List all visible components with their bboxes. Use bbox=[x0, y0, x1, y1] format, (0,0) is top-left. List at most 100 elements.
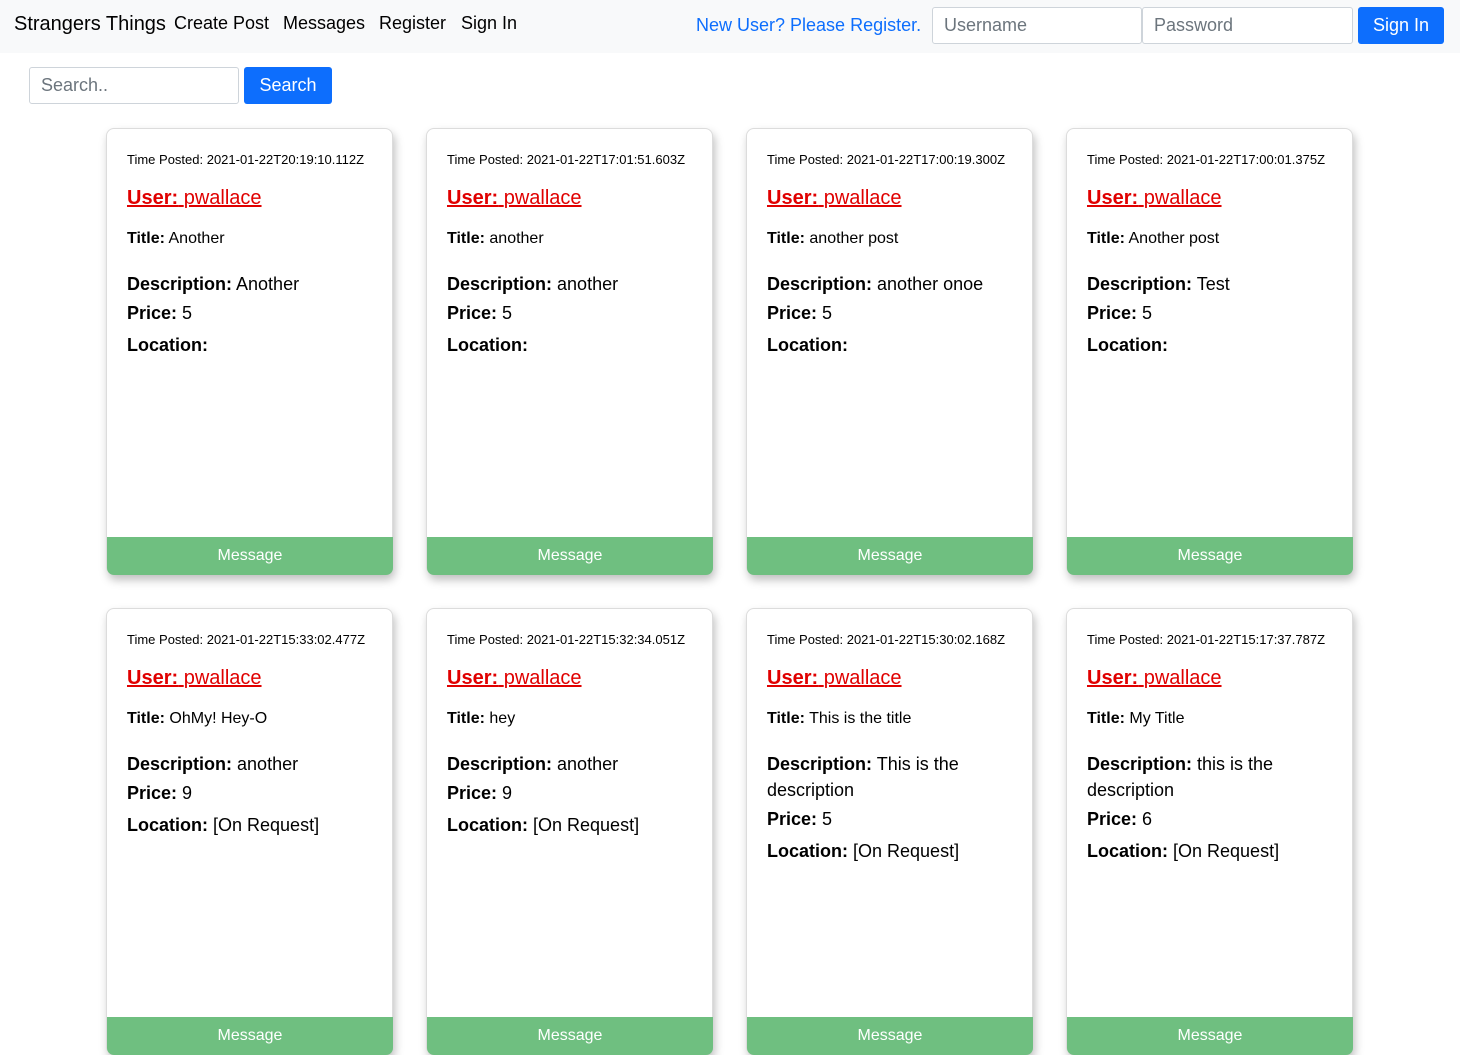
post-price: Price: 5 bbox=[767, 303, 1022, 323]
message-button[interactable]: Message bbox=[427, 1017, 713, 1055]
post-description: Description: Test bbox=[1087, 271, 1342, 297]
location-label: Location: bbox=[767, 841, 848, 861]
post-user-link[interactable]: User: pwallace bbox=[1087, 667, 1222, 690]
time-value: 2021-01-22T17:01:51.603Z bbox=[526, 152, 686, 167]
title-value: My Title bbox=[1129, 710, 1185, 727]
post-time: Time Posted: 2021-01-22T17:00:01.375Z bbox=[1087, 152, 1342, 167]
title-value: This is the title bbox=[809, 710, 912, 727]
time-label: Time Posted: bbox=[767, 632, 847, 647]
location-value: [On Request] bbox=[213, 815, 320, 835]
location-label: Location: bbox=[447, 815, 528, 835]
post-location: Location: [On Request] bbox=[1087, 841, 1342, 861]
description-value: another bbox=[557, 274, 619, 294]
post-description: Description: Another bbox=[127, 271, 382, 297]
time-value: 2021-01-22T15:30:02.168Z bbox=[846, 632, 1006, 647]
price-value: 5 bbox=[822, 303, 833, 323]
nav-register[interactable]: Register bbox=[379, 13, 446, 34]
sign-in-button[interactable]: Sign In bbox=[1358, 7, 1444, 44]
price-value: 5 bbox=[182, 303, 193, 323]
post-user-link[interactable]: User: pwallace bbox=[447, 187, 582, 210]
time-value: 2021-01-22T15:32:34.051Z bbox=[526, 632, 686, 647]
post-card-body: Time Posted: 2021-01-22T17:00:19.300Z Us… bbox=[767, 152, 1022, 355]
post-price: Price: 5 bbox=[767, 809, 1022, 829]
message-button[interactable]: Message bbox=[1067, 537, 1353, 575]
title-value: hey bbox=[489, 710, 516, 727]
message-button[interactable]: Message bbox=[107, 1017, 393, 1055]
price-label: Price: bbox=[447, 303, 498, 323]
nav-messages[interactable]: Messages bbox=[283, 13, 365, 34]
price-value: 6 bbox=[1142, 809, 1153, 829]
post-card: Time Posted: 2021-01-22T17:00:01.375Z Us… bbox=[1066, 128, 1353, 575]
user-label: User: bbox=[127, 667, 179, 689]
post-price: Price: 9 bbox=[127, 783, 382, 803]
description-label: Description: bbox=[127, 754, 233, 774]
nav-sign-in[interactable]: Sign In bbox=[461, 13, 517, 34]
nav-create-post[interactable]: Create Post bbox=[174, 13, 269, 34]
time-value: 2021-01-22T17:00:01.375Z bbox=[1166, 152, 1326, 167]
post-time: Time Posted: 2021-01-22T15:33:02.477Z bbox=[127, 632, 382, 647]
message-button[interactable]: Message bbox=[427, 537, 713, 575]
username-input[interactable] bbox=[932, 7, 1142, 44]
message-button[interactable]: Message bbox=[1067, 1017, 1353, 1055]
title-value: Another bbox=[168, 230, 225, 247]
post-title: Title: another bbox=[447, 229, 702, 249]
post-title: Title: Another post bbox=[1087, 229, 1342, 249]
user-name: pwallace bbox=[823, 667, 902, 689]
post-user-link[interactable]: User: pwallace bbox=[127, 667, 262, 690]
user-label: User: bbox=[1087, 187, 1139, 209]
message-button[interactable]: Message bbox=[747, 537, 1033, 575]
price-label: Price: bbox=[1087, 303, 1138, 323]
post-location: Location: bbox=[1087, 335, 1342, 355]
time-label: Time Posted: bbox=[767, 152, 847, 167]
time-value: 2021-01-22T15:33:02.477Z bbox=[206, 632, 366, 647]
user-name: pwallace bbox=[183, 667, 262, 689]
brand-logo[interactable]: Strangers Things bbox=[14, 13, 166, 36]
post-price: Price: 6 bbox=[1087, 809, 1342, 829]
title-label: Title: bbox=[1087, 230, 1125, 247]
location-value: [On Request] bbox=[533, 815, 640, 835]
title-label: Title: bbox=[127, 710, 165, 727]
title-label: Title: bbox=[447, 230, 485, 247]
user-name: pwallace bbox=[1143, 187, 1222, 209]
search-input[interactable] bbox=[29, 67, 239, 104]
time-value: 2021-01-22T17:00:19.300Z bbox=[846, 152, 1006, 167]
post-user-link[interactable]: User: pwallace bbox=[767, 187, 902, 210]
user-label: User: bbox=[1087, 667, 1139, 689]
post-description: Description: another onoe bbox=[767, 271, 1022, 297]
post-user-link[interactable]: User: pwallace bbox=[127, 187, 262, 210]
message-button[interactable]: Message bbox=[747, 1017, 1033, 1055]
title-value: another bbox=[489, 230, 544, 247]
price-label: Price: bbox=[127, 303, 178, 323]
location-label: Location: bbox=[1087, 841, 1168, 861]
post-location: Location: [On Request] bbox=[447, 815, 702, 835]
post-location: Location: [On Request] bbox=[767, 841, 1022, 861]
post-title: Title: My Title bbox=[1087, 709, 1342, 729]
post-user-link[interactable]: User: pwallace bbox=[767, 667, 902, 690]
post-card-body: Time Posted: 2021-01-22T15:32:34.051Z Us… bbox=[447, 632, 702, 835]
title-value: OhMy! Hey-O bbox=[169, 710, 268, 727]
register-prompt-link[interactable]: New User? Please Register. bbox=[696, 15, 921, 36]
location-label: Location: bbox=[1087, 335, 1168, 355]
time-value: 2021-01-22T15:17:37.787Z bbox=[1166, 632, 1326, 647]
post-location: Location: bbox=[767, 335, 1022, 355]
search-button[interactable]: Search bbox=[244, 67, 332, 104]
post-description: Description: This is the description bbox=[767, 751, 1022, 803]
description-label: Description: bbox=[1087, 754, 1193, 774]
post-description: Description: another bbox=[447, 751, 702, 777]
user-label: User: bbox=[447, 187, 499, 209]
location-label: Location: bbox=[767, 335, 848, 355]
price-label: Price: bbox=[127, 783, 178, 803]
password-input[interactable] bbox=[1142, 7, 1353, 44]
message-button[interactable]: Message bbox=[107, 537, 393, 575]
post-card: Time Posted: 2021-01-22T15:30:02.168Z Us… bbox=[746, 608, 1033, 1055]
title-value: another post bbox=[809, 230, 899, 247]
description-value: another bbox=[237, 754, 299, 774]
post-user-link[interactable]: User: pwallace bbox=[447, 667, 582, 690]
post-card-body: Time Posted: 2021-01-22T20:19:10.112Z Us… bbox=[127, 152, 382, 355]
post-title: Title: Another bbox=[127, 229, 382, 249]
post-card: Time Posted: 2021-01-22T15:33:02.477Z Us… bbox=[106, 608, 393, 1055]
post-title: Title: This is the title bbox=[767, 709, 1022, 729]
post-user-link[interactable]: User: pwallace bbox=[1087, 187, 1222, 210]
post-card: Time Posted: 2021-01-22T17:01:51.603Z Us… bbox=[426, 128, 713, 575]
post-location: Location: [On Request] bbox=[127, 815, 382, 835]
